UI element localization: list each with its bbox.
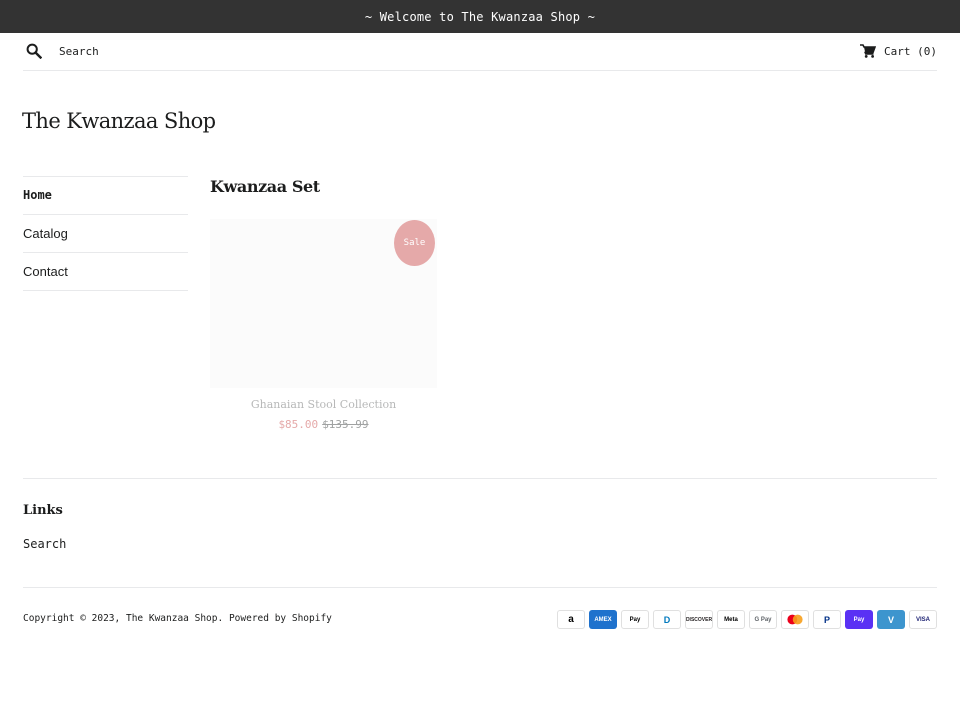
cart-icon xyxy=(860,44,877,58)
diners-club-icon: D xyxy=(653,610,681,629)
cart-link[interactable]: Cart (0) xyxy=(860,43,937,59)
amazon-icon: a xyxy=(557,610,585,629)
sidebar-item-contact[interactable]: Contact xyxy=(23,253,188,291)
meta-pay-icon: Meta xyxy=(717,610,745,629)
sale-badge: Sale xyxy=(394,220,435,266)
announcement-text: ~ Welcome to The Kwanzaa Shop ~ xyxy=(364,9,596,24)
announcement-bar: ~ Welcome to The Kwanzaa Shop ~ xyxy=(0,0,960,33)
compare-at-price: $135.99 xyxy=(322,418,369,431)
sidebar-item-catalog[interactable]: Catalog xyxy=(23,215,188,253)
visa-icon: VISA xyxy=(909,610,937,629)
copyright: Copyright © 2023, The Kwanzaa Shop. Powe… xyxy=(23,613,332,624)
venmo-icon: V xyxy=(877,610,905,629)
mastercard-icon xyxy=(781,610,809,629)
sidebar-nav: Home Catalog Contact xyxy=(23,176,188,291)
search-input[interactable] xyxy=(59,42,279,60)
payment-icons: a AMEX Pay D DISCOVER Meta G Pay P Pay V VISA xyxy=(557,610,937,629)
footer-links-heading: Links xyxy=(23,503,63,518)
product-name[interactable]: Ghanaian Stool Collection xyxy=(210,398,437,411)
search-icon[interactable] xyxy=(26,43,43,60)
footer-divider xyxy=(23,587,937,588)
footer-link-search[interactable]: Search xyxy=(23,537,66,551)
product-price: $85.00 $135.99 xyxy=(210,418,437,431)
apple-pay-icon: Pay xyxy=(621,610,649,629)
product-card[interactable]: Sale Ghanaian Stool Collection $85.00 $13… xyxy=(210,219,437,437)
discover-icon: DISCOVER xyxy=(685,610,713,629)
sidebar-item-home[interactable]: Home xyxy=(23,177,188,215)
google-pay-icon: G Pay xyxy=(749,610,777,629)
site-title[interactable]: The Kwanzaa Shop xyxy=(22,109,216,133)
cart-label: Cart (0) xyxy=(884,44,937,58)
powered-by-link[interactable]: Powered by Shopify xyxy=(229,613,332,624)
footer-divider xyxy=(23,478,937,479)
american-express-icon: AMEX xyxy=(589,610,617,629)
shop-pay-icon: Pay xyxy=(845,610,873,629)
paypal-icon: P xyxy=(813,610,841,629)
copyright-text: Copyright © 2023, xyxy=(23,613,121,624)
collection-title: Kwanzaa Set xyxy=(210,177,320,196)
site-header: Cart (0) xyxy=(23,33,937,71)
shop-link[interactable]: The Kwanzaa Shop xyxy=(126,613,218,624)
sale-price: $85.00 xyxy=(278,418,319,431)
